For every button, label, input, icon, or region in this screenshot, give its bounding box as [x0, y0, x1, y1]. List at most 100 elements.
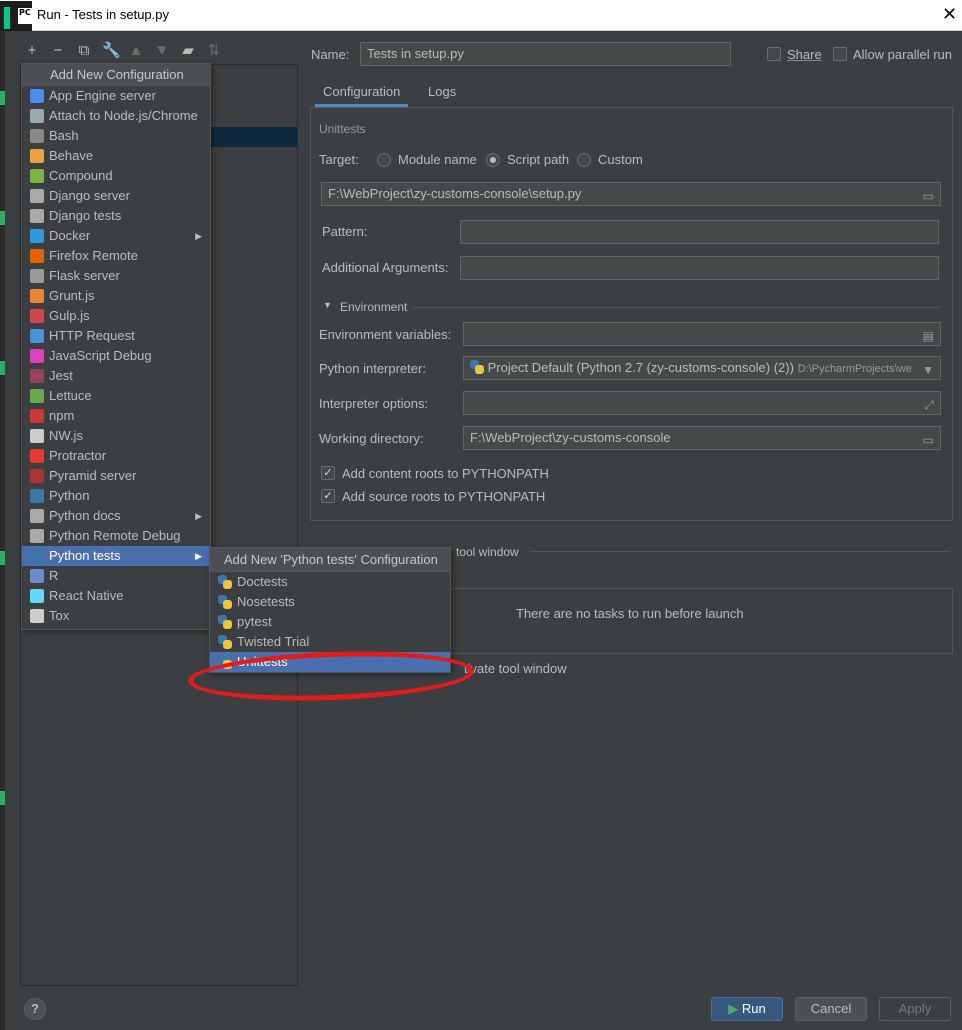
django-server-icon	[30, 189, 44, 203]
chevron-down-icon[interactable]: ▼	[918, 359, 934, 379]
menu-item-label: Tox	[49, 608, 70, 623]
folder-browse-icon[interactable]: ▭	[923, 185, 934, 205]
target-custom-radio[interactable]	[577, 153, 591, 167]
menu-item-pyramid-server[interactable]: Pyramid server	[22, 466, 210, 486]
allow-parallel-checkbox[interactable]	[833, 47, 847, 61]
target-script-radio[interactable]	[486, 153, 500, 167]
menu-item-tox[interactable]: Tox	[22, 606, 210, 626]
submenu-item-nosetests[interactable]: Nosetests	[210, 592, 450, 612]
env-vars-field[interactable]: ▤	[463, 322, 941, 346]
menu-item-firefox-remote[interactable]: Firefox Remote	[22, 246, 210, 266]
edit-list-icon[interactable]: ▤	[923, 325, 934, 345]
apply-button[interactable]: Apply	[879, 997, 951, 1021]
collapse-arrow-icon[interactable]: ▼	[323, 300, 332, 310]
menu-item-label: npm	[49, 408, 75, 423]
app-engine-icon	[30, 89, 44, 103]
menu-item-r[interactable]: R	[22, 566, 210, 586]
environment-title: Environment	[340, 300, 408, 314]
python-tests-icon	[218, 615, 232, 629]
menu-item-label: Python tests	[49, 548, 121, 563]
menu-item-label: Protractor	[49, 448, 107, 463]
run-button[interactable]: ▶ Run	[711, 997, 783, 1021]
menu-item-docker[interactable]: Docker ▶	[22, 226, 210, 246]
python-tests-submenu-header: Add New 'Python tests' Configuration	[210, 548, 450, 572]
python-tests-icon	[218, 635, 232, 649]
script-path-field[interactable]: F:\WebProject\zy-customs-console\setup.p…	[321, 182, 941, 206]
menu-item-python-remote-debug[interactable]: Python Remote Debug	[22, 526, 210, 546]
tab-configuration[interactable]: Configuration	[314, 84, 409, 107]
cancel-button[interactable]: Cancel	[795, 997, 867, 1021]
submenu-arrow-icon: ▶	[195, 511, 202, 521]
interpreter-select[interactable]: Project Default (Python 2.7 (zy-customs-…	[463, 356, 941, 380]
submenu-item-twisted-trial[interactable]: Twisted Trial	[210, 632, 450, 652]
close-icon[interactable]: ✕	[942, 4, 957, 25]
menu-item-lettuce[interactable]: Lettuce	[22, 386, 210, 406]
share-checkbox[interactable]	[767, 47, 781, 61]
r-icon	[30, 569, 44, 583]
interp-options-field[interactable]: ⤢	[463, 391, 941, 415]
menu-item-javascript-debug[interactable]: JavaScript Debug	[22, 346, 210, 366]
copy-icon[interactable]: ⧉	[76, 43, 92, 59]
menu-item-python-tests[interactable]: Python tests ▶	[22, 546, 210, 566]
working-dir-field[interactable]: F:\WebProject\zy-customs-console ▭	[463, 426, 941, 450]
source-roots-checkbox[interactable]: ✓	[321, 489, 335, 503]
pattern-label: Pattern:	[322, 224, 368, 239]
menu-item-behave[interactable]: Behave	[22, 146, 210, 166]
menu-item-gulp-js[interactable]: Gulp.js	[22, 306, 210, 326]
menu-item-http-request[interactable]: HTTP Request	[22, 326, 210, 346]
pattern-field[interactable]	[460, 220, 939, 244]
no-tasks-text: There are no tasks to run before launch	[516, 606, 744, 621]
target-module-radio[interactable]	[377, 153, 391, 167]
menu-item-jest[interactable]: Jest	[22, 366, 210, 386]
menu-item-react-native[interactable]: React Native	[22, 586, 210, 606]
menu-item-python-docs[interactable]: Python docs ▶	[22, 506, 210, 526]
behave-icon	[30, 149, 44, 163]
folder-browse-icon[interactable]: ▭	[923, 429, 934, 449]
menu-item-flask-server[interactable]: Flask server	[22, 266, 210, 286]
menu-item-grunt-js[interactable]: Grunt.js	[22, 286, 210, 306]
target-script-label: Script path	[507, 152, 570, 167]
sort-icon[interactable]: ⇅	[206, 43, 222, 59]
menu-item-label: NW.js	[49, 428, 83, 443]
menu-item-django-server[interactable]: Django server	[22, 186, 210, 206]
pyramid-icon	[30, 469, 44, 483]
menu-item-compound[interactable]: Compound	[22, 166, 210, 186]
menu-item-attach-to-node-js-chrome[interactable]: Attach to Node.js/Chrome	[22, 106, 210, 126]
remove-icon[interactable]: −	[50, 43, 66, 59]
submenu-item-pytest[interactable]: pytest	[210, 612, 450, 632]
submenu-item-doctests[interactable]: Doctests	[210, 572, 450, 592]
menu-item-npm[interactable]: npm	[22, 406, 210, 426]
folder-add-icon[interactable]: ▰	[180, 43, 196, 59]
submenu-item-label: Nosetests	[237, 594, 295, 609]
move-down-icon[interactable]: ▼	[154, 43, 170, 59]
menu-item-protractor[interactable]: Protractor	[22, 446, 210, 466]
flask-icon	[30, 269, 44, 283]
menu-item-python[interactable]: Python	[22, 486, 210, 506]
env-vars-label: Environment variables:	[319, 327, 452, 342]
wrench-icon[interactable]: 🔧	[102, 43, 121, 59]
tab-logs[interactable]: Logs	[428, 84, 456, 99]
add-icon[interactable]: +	[24, 43, 40, 59]
move-up-icon[interactable]: ▲	[128, 43, 144, 59]
menu-item-bash[interactable]: Bash	[22, 126, 210, 146]
menu-item-label: App Engine server	[49, 88, 156, 103]
python-icon	[470, 360, 484, 374]
expand-icon[interactable]: ⤢	[924, 394, 934, 414]
docker-icon	[30, 229, 44, 243]
menu-item-app-engine-server[interactable]: App Engine server	[22, 86, 210, 106]
additional-args-field[interactable]	[460, 256, 939, 280]
add-config-menu: Add New Configuration App Engine server A…	[21, 63, 211, 630]
bash-icon	[30, 129, 44, 143]
python-remote-debug-icon	[30, 529, 44, 543]
menu-item-nw-js[interactable]: NW.js	[22, 426, 210, 446]
protractor-icon	[30, 449, 44, 463]
pycharm-logo-icon: PC	[0, 1, 32, 31]
help-button[interactable]: ?	[24, 998, 46, 1020]
name-field[interactable]: Tests in setup.py	[360, 42, 731, 66]
lettuce-icon	[30, 389, 44, 403]
selected-config-row[interactable]	[210, 127, 297, 147]
menu-item-django-tests[interactable]: Django tests	[22, 206, 210, 226]
interpreter-path: D:\PycharmProjects\we	[797, 363, 912, 375]
content-roots-checkbox[interactable]: ✓	[321, 466, 335, 480]
target-label: Target:	[319, 152, 359, 167]
